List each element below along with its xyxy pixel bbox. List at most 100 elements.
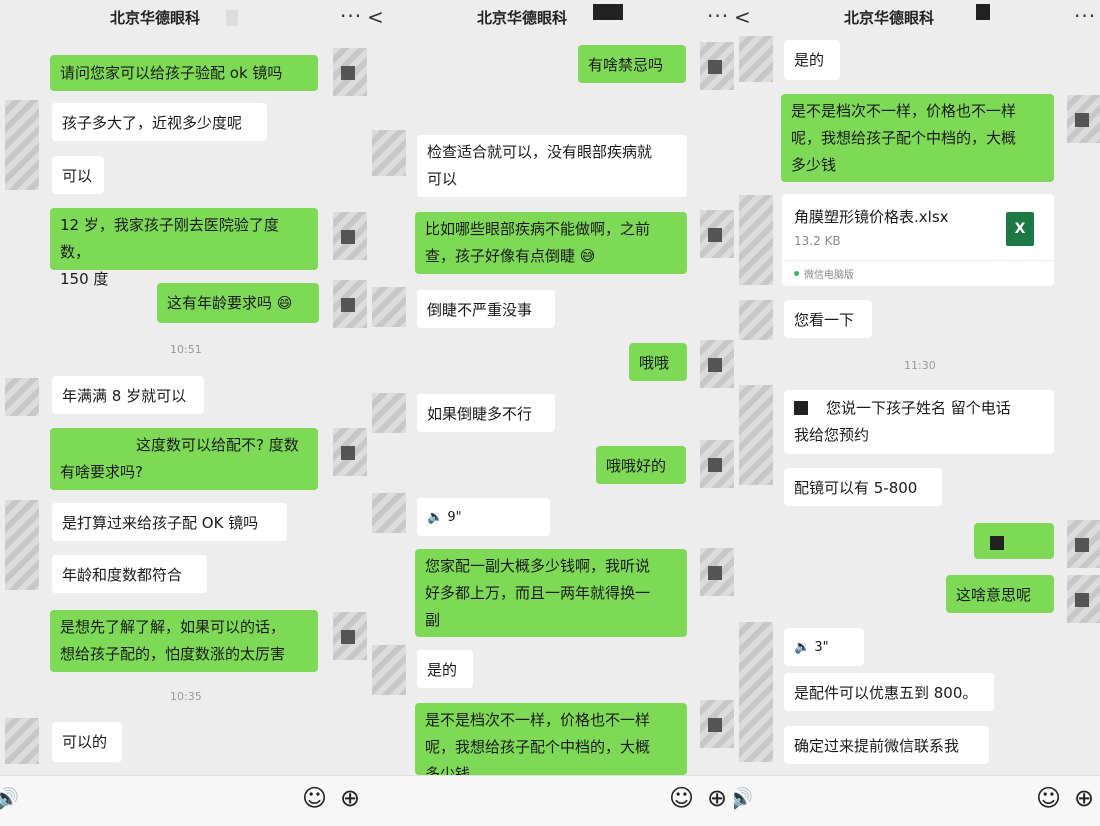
chat-title: 北京华德眼科	[477, 9, 568, 27]
message-bubble[interactable]: 是不是档次不一样，价格也不一样 呢，我想给孩子配个中档的，大概 多少钱	[781, 94, 1054, 182]
avatar	[739, 622, 773, 762]
more-icon[interactable]: ···	[707, 4, 729, 28]
message-bubble[interactable]: 是配件可以优惠五到 800。	[784, 673, 994, 711]
emoji-icon: 😅	[575, 247, 596, 265]
message-bubble[interactable]: 您家配一副大概多少钱啊，我听说 好多都上万，而且一两年就得换一副	[415, 549, 687, 637]
voice-icon: 🔉	[794, 640, 815, 655]
timestamp: 10:35	[170, 690, 202, 703]
avatar	[5, 500, 39, 590]
avatar	[5, 718, 39, 764]
plus-icon[interactable]: ⊕	[707, 784, 727, 812]
redacted-block	[990, 536, 1004, 550]
message-bubble[interactable]: 是打算过来给孩子配 OK 镜吗	[52, 503, 287, 541]
voice-icon: 🔉	[427, 510, 448, 525]
chat-header: < 北京华德眼科 ···	[734, 0, 1100, 34]
redacted-block	[794, 401, 808, 415]
message-bubble[interactable]: 是的	[784, 40, 840, 80]
message-bubble[interactable]: 可以	[52, 156, 104, 194]
message-bubble[interactable]: 年满满 8 岁就可以	[52, 376, 204, 414]
chat-header: < 北京华德眼科 ···	[367, 0, 734, 34]
more-icon[interactable]: ···	[340, 4, 362, 28]
emoji-icon[interactable]: ☺	[1036, 784, 1061, 812]
back-icon[interactable]: <	[367, 5, 384, 29]
avatar	[739, 300, 773, 340]
message-bubble[interactable]: 您说一下孩子姓名 留个电话 我给您预约	[784, 390, 1054, 454]
emoji-icon: 😄	[272, 294, 293, 312]
message-bubble[interactable]: 这啥意思呢	[946, 575, 1054, 613]
voice-icon[interactable]: 🔊	[734, 786, 753, 810]
avatar	[700, 700, 734, 748]
avatar	[700, 340, 734, 388]
avatar	[1067, 95, 1100, 143]
avatar	[1067, 575, 1100, 623]
message-bubble[interactable]: 可以的	[52, 722, 122, 762]
excel-file-icon: X	[1006, 212, 1034, 246]
avatar	[1067, 520, 1100, 568]
voice-message[interactable]: 🔉 3"	[784, 628, 864, 666]
timestamp: 11:30	[904, 359, 936, 372]
redacted-block	[593, 4, 623, 20]
message-bubble[interactable]: 是的	[417, 650, 473, 688]
source-icon	[794, 271, 799, 276]
avatar	[5, 100, 39, 190]
chat-header: 北京华德眼科 ···	[0, 0, 367, 34]
file-source: 微信电脑版	[804, 270, 854, 281]
chat-panel-left: 北京华德眼科 ··· 请问您家可以给孩子验配 ok 镜吗 孩子多大了，近视多少度…	[0, 0, 367, 826]
emoji-icon[interactable]: ☺	[669, 784, 694, 812]
message-bubble[interactable]: 哦哦	[629, 343, 687, 381]
voice-icon[interactable]: 🔊	[0, 786, 19, 810]
message-bubble[interactable]: 配镜可以有 5-800	[784, 468, 942, 506]
message-bubble[interactable]: 如果倒睫多不行	[417, 394, 555, 432]
message-bubble[interactable]: 这有年龄要求吗 😄	[157, 283, 319, 323]
redacted-block	[976, 4, 990, 20]
input-bar: 🔊 ☺ ⊕	[0, 775, 367, 826]
chat-panel-right: < 北京华德眼科 ··· 是的 是不是档次不一样，价格也不一样 呢，我想给孩子配个…	[734, 0, 1100, 826]
avatar	[739, 36, 773, 82]
message-bubble[interactable]: 哦哦好的	[596, 446, 686, 484]
plus-icon[interactable]: ⊕	[340, 784, 360, 812]
avatar	[372, 130, 406, 176]
avatar	[700, 548, 734, 596]
avatar	[372, 393, 406, 433]
message-bubble[interactable]: 您看一下	[784, 300, 872, 338]
message-bubble[interactable]: 孩子多大了，近视多少度呢	[52, 103, 267, 141]
emoji-icon[interactable]: ☺	[302, 784, 327, 812]
avatar	[333, 48, 367, 96]
avatar	[700, 210, 734, 258]
file-size: 13.2 KB	[794, 234, 841, 248]
message-bubble[interactable]: 是不是档次不一样，价格也不一样 呢，我想给孩子配个中档的，大概 多少钱	[415, 703, 687, 775]
message-bubble[interactable]: 这度数可以给配不? 度数 有啥要求吗?	[50, 428, 318, 490]
back-icon[interactable]: <	[734, 5, 751, 29]
message-bubble[interactable]: 年龄和度数都符合	[52, 555, 207, 593]
avatar	[700, 440, 734, 488]
avatar	[700, 42, 734, 90]
message-bubble[interactable]	[974, 523, 1054, 559]
avatar	[372, 287, 406, 327]
avatar	[739, 195, 773, 285]
avatar	[333, 280, 367, 328]
avatar	[739, 385, 773, 485]
avatar	[333, 212, 367, 260]
timestamp: 10:51	[170, 343, 202, 356]
plus-icon[interactable]: ⊕	[1074, 784, 1094, 812]
message-bubble[interactable]: 12 岁，我家孩子刚去医院验了度数， 150 度	[50, 208, 318, 288]
voice-message[interactable]: 🔉 9"	[417, 498, 550, 536]
message-bubble[interactable]: 有啥禁忌吗	[578, 45, 686, 83]
message-bubble[interactable]: 请问您家可以给孩子验配 ok 镜吗	[50, 55, 318, 91]
chat-panel-middle: < 北京华德眼科 ··· 有啥禁忌吗 检查适合就可以，没有眼部疾病就 可以 比如哪…	[367, 0, 734, 826]
message-bubble[interactable]: 比如哪些眼部疾病不能做啊，之前 查，孩子好像有点倒睫 😅	[415, 212, 687, 274]
input-bar: 🔊 ☺ ⊕	[734, 775, 1100, 826]
redacted-block	[226, 10, 238, 26]
avatar	[333, 428, 367, 476]
avatar	[372, 493, 406, 533]
file-name: 角膜塑形镜价格表.xlsx	[794, 208, 949, 226]
chat-title: 北京华德眼科	[110, 9, 201, 27]
more-icon[interactable]: ···	[1074, 4, 1096, 28]
avatar	[372, 645, 406, 695]
chat-title: 北京华德眼科	[844, 9, 935, 27]
message-bubble[interactable]: 是想先了解了解，如果可以的话， 想给孩子配的，怕度数涨的太厉害	[50, 610, 318, 672]
file-attachment[interactable]: 角膜塑形镜价格表.xlsx 13.2 KB X 微信电脑版	[782, 194, 1054, 286]
message-bubble[interactable]: 倒睫不严重没事	[417, 290, 555, 328]
message-bubble[interactable]: 确定过来提前微信联系我	[784, 726, 989, 764]
message-bubble[interactable]: 检查适合就可以，没有眼部疾病就 可以	[417, 135, 687, 197]
